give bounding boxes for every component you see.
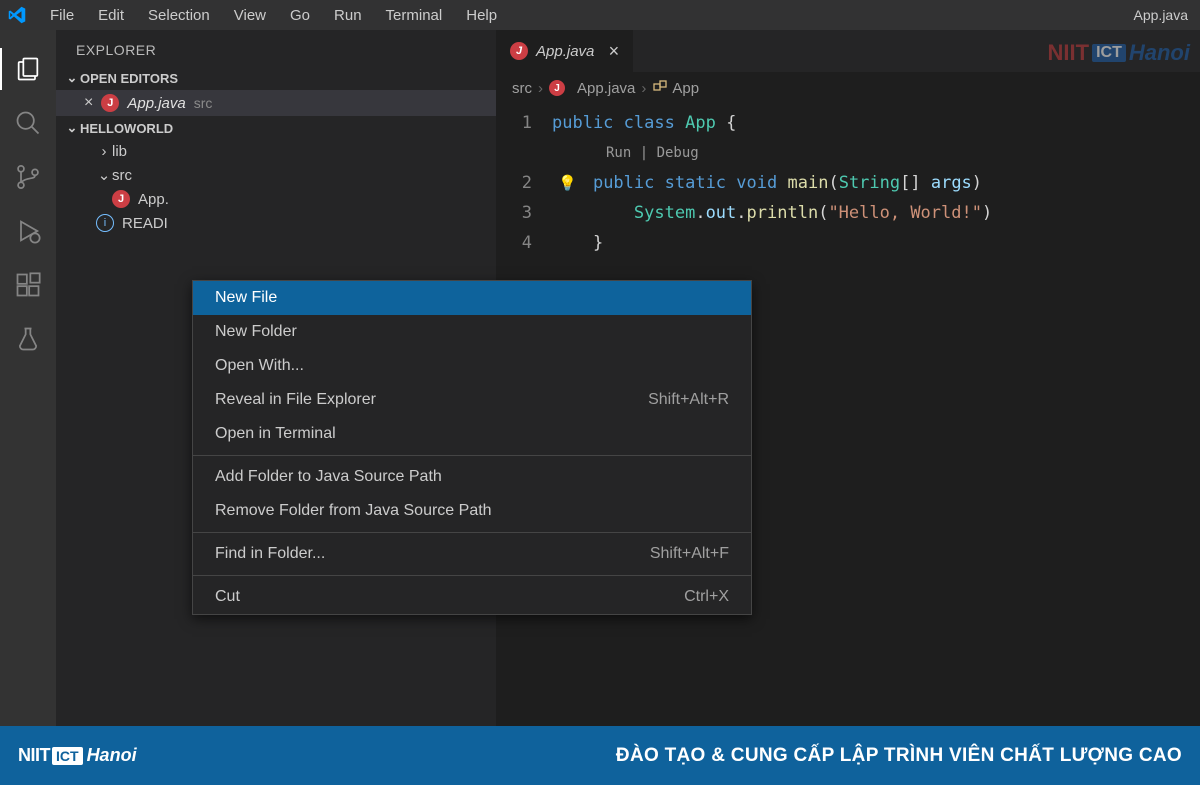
info-icon: i — [96, 214, 114, 232]
ctx-cut[interactable]: CutCtrl+X — [193, 580, 751, 614]
sidebar-title: EXPLORER — [56, 30, 496, 66]
footer-text: ĐÀO TẠO & CUNG CẤP LẬP TRÌNH VIÊN CHẤT L… — [616, 745, 1182, 767]
close-icon[interactable]: × — [608, 41, 619, 62]
separator — [193, 532, 751, 533]
ctx-new-folder[interactable]: New Folder — [193, 315, 751, 349]
separator — [193, 575, 751, 576]
file-readme[interactable]: i READI — [56, 211, 496, 235]
open-editor-item[interactable]: × J App.java src — [56, 90, 496, 116]
window-title: App.java — [1134, 7, 1192, 23]
file-label: App. — [138, 191, 169, 208]
code-lens[interactable]: Run | Debug — [496, 138, 1200, 168]
close-icon[interactable]: × — [84, 94, 93, 112]
java-file-icon: J — [112, 190, 130, 208]
menu-run[interactable]: Run — [322, 7, 374, 24]
file-label: READI — [122, 215, 168, 232]
folder-lib[interactable]: › lib — [56, 140, 496, 163]
line-number: 3 — [496, 198, 552, 228]
open-editors-header[interactable]: ⌄ OPEN EDITORS — [56, 66, 496, 90]
java-file-icon: J — [510, 42, 528, 60]
file-app-java[interactable]: J App. — [56, 187, 496, 211]
tab-filename: App.java — [536, 43, 594, 60]
open-editor-filename: App.java — [127, 95, 185, 112]
menu-help[interactable]: Help — [454, 7, 509, 24]
search-icon[interactable] — [13, 108, 43, 138]
vscode-logo-icon — [8, 6, 26, 24]
workspace-header[interactable]: ⌄ HELLOWORLD — [56, 116, 496, 140]
ctx-add-source-path[interactable]: Add Folder to Java Source Path — [193, 460, 751, 494]
lightbulb-icon[interactable]: 💡 — [558, 168, 577, 198]
source-control-icon[interactable] — [13, 162, 43, 192]
workspace-name: HELLOWORLD — [80, 121, 173, 136]
ctx-remove-source-path[interactable]: Remove Folder from Java Source Path — [193, 494, 751, 528]
breadcrumb-folder[interactable]: src — [512, 80, 532, 97]
breadcrumb-file[interactable]: App.java — [577, 80, 635, 97]
folder-label: lib — [112, 143, 127, 160]
folder-src[interactable]: ⌄ src — [56, 163, 496, 187]
run-debug-icon[interactable] — [13, 216, 43, 246]
menu-go[interactable]: Go — [278, 7, 322, 24]
menu-edit[interactable]: Edit — [86, 7, 136, 24]
activity-bar — [0, 30, 56, 726]
line-number: 1 — [496, 108, 552, 138]
chevron-down-icon: ⌄ — [96, 166, 112, 184]
separator — [193, 455, 751, 456]
menu-terminal[interactable]: Terminal — [374, 7, 455, 24]
menubar: File Edit Selection View Go Run Terminal… — [0, 0, 1200, 30]
java-file-icon: J — [101, 94, 119, 112]
watermark-logo: NIIT ICT Hanoi — [1048, 40, 1190, 66]
editor-tab[interactable]: J App.java × — [496, 30, 633, 72]
menu-selection[interactable]: Selection — [136, 7, 222, 24]
chevron-right-icon: › — [641, 80, 646, 97]
menu-view[interactable]: View — [222, 7, 278, 24]
ctx-find-in-folder[interactable]: Find in Folder...Shift+Alt+F — [193, 537, 751, 571]
ctx-open-terminal[interactable]: Open in Terminal — [193, 417, 751, 451]
chevron-right-icon: › — [96, 143, 112, 160]
ctx-open-with[interactable]: Open With... — [193, 349, 751, 383]
chevron-down-icon: ⌄ — [64, 70, 80, 86]
extensions-icon[interactable] — [13, 270, 43, 300]
java-file-icon: J — [549, 80, 565, 96]
menu-file[interactable]: File — [38, 7, 86, 24]
line-number: 2 — [496, 168, 552, 198]
explorer-icon[interactable] — [13, 54, 43, 84]
line-number: 4 — [496, 228, 552, 258]
ctx-new-file[interactable]: New File — [193, 281, 751, 315]
class-symbol-icon — [652, 78, 668, 98]
ctx-reveal-explorer[interactable]: Reveal in File ExplorerShift+Alt+R — [193, 383, 751, 417]
breadcrumb[interactable]: src › J App.java › App — [496, 72, 1200, 104]
testing-icon[interactable] — [13, 324, 43, 354]
chevron-right-icon: › — [538, 80, 543, 97]
breadcrumb-class[interactable]: App — [672, 80, 699, 97]
chevron-down-icon: ⌄ — [64, 120, 80, 136]
folder-label: src — [112, 167, 132, 184]
context-menu: New File New Folder Open With... Reveal … — [192, 280, 752, 615]
menu-items: File Edit Selection View Go Run Terminal… — [38, 7, 509, 24]
footer-banner: NIIT ICT Hanoi ĐÀO TẠO & CUNG CẤP LẬP TR… — [0, 726, 1200, 785]
open-editor-location: src — [194, 95, 213, 111]
open-editors-label: OPEN EDITORS — [80, 71, 178, 86]
code-editor[interactable]: 1 public class App { Run | Debug 💡 2 pub… — [496, 104, 1200, 258]
footer-logo: NIIT ICT Hanoi — [18, 745, 137, 766]
